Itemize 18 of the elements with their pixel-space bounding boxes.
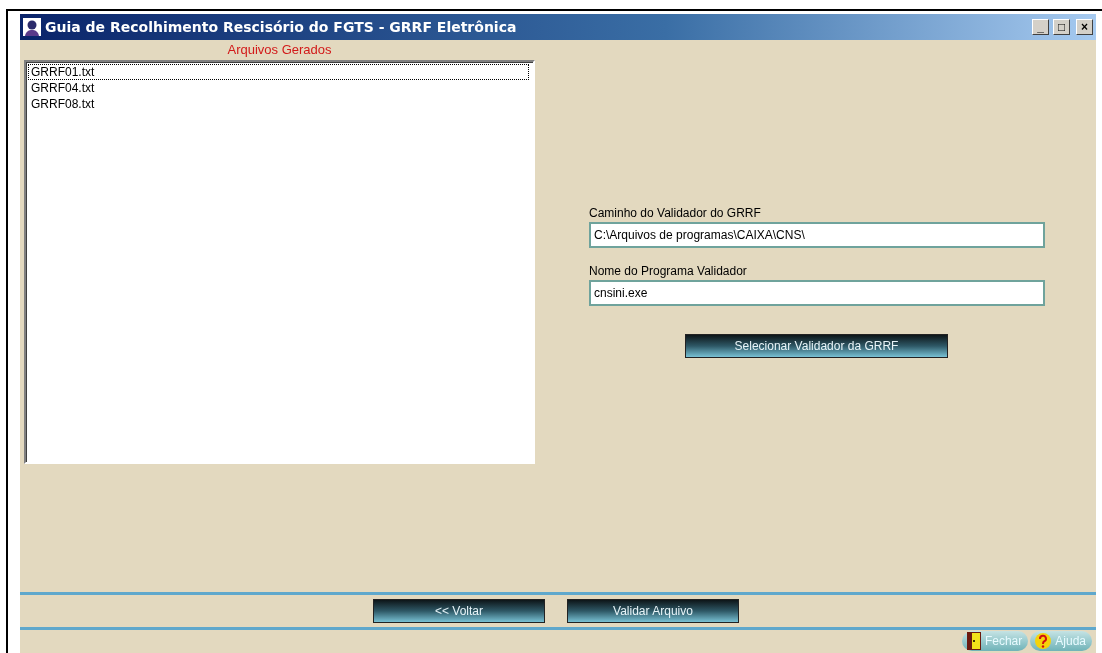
door-icon xyxy=(965,631,982,651)
file-item[interactable]: GRRF04.txt xyxy=(28,80,529,96)
file-item[interactable]: GRRF01.txt xyxy=(28,64,529,80)
maximize-button[interactable]: □ xyxy=(1053,19,1070,35)
back-button[interactable]: << Voltar xyxy=(373,599,545,623)
help-icon xyxy=(1034,632,1053,650)
input-field[interactable]: cnsini.exe xyxy=(589,280,1045,306)
field-label: Nome do Programa Validador xyxy=(589,263,748,280)
window-title: Guia de Recolhimento Rescisório do FGTS - GRRF Eletrônica xyxy=(45,19,518,35)
minimize-button[interactable]: _ xyxy=(1032,19,1049,35)
field-label: Caminho do Validador do GRRF xyxy=(589,205,762,222)
input-field[interactable]: C:\Arquivos de programas\CAIXA\CNS\ xyxy=(589,222,1045,248)
close-button[interactable]: × xyxy=(1076,19,1093,35)
validate-button[interactable]: Validar Arquivo xyxy=(567,599,739,623)
select-validator-button[interactable]: Selecionar Validador da GRRF xyxy=(685,334,948,358)
person-icon xyxy=(23,18,41,36)
list-title: Arquivos Gerados xyxy=(227,41,332,59)
file-item[interactable]: GRRF08.txt xyxy=(28,96,529,112)
